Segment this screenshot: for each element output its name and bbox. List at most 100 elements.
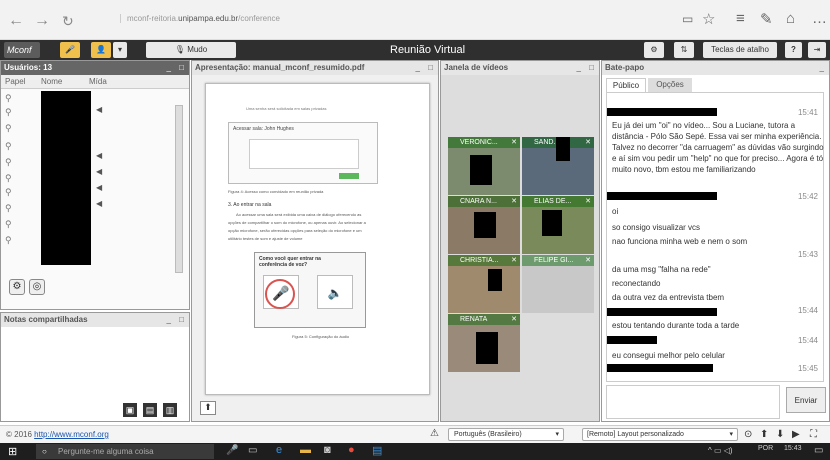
file-explorer-icon[interactable]: ▬ [300, 444, 311, 456]
microphone-icon[interactable]: 🎤 [226, 445, 238, 456]
participant-name: CNARA N... [460, 198, 497, 205]
microphone-button[interactable]: 🎤 [60, 42, 80, 58]
logout-button[interactable]: ⇥ [808, 42, 826, 58]
layout-download-icon[interactable]: ⬇ [776, 429, 784, 440]
column-role[interactable]: Papel [5, 75, 25, 89]
maximize-icon[interactable]: □ [179, 61, 184, 75]
chat-input[interactable] [606, 385, 780, 419]
language-select[interactable]: Português (Brasileiro) ▾ [448, 428, 564, 441]
settings-button[interactable]: ⚙ [644, 42, 664, 58]
scrollbar[interactable] [175, 105, 183, 273]
reading-view-icon[interactable]: ▭ [682, 12, 693, 26]
app-header: Mconf 🎤 👤 ▾ 🎙 Mudo Reunião Virtual ⚙ ⇅ T… [0, 40, 830, 60]
minimize-icon[interactable]: _ [167, 313, 171, 327]
redacted-sender [607, 308, 717, 316]
more-icon[interactable]: … [812, 10, 827, 27]
participant-name: ELIAS DE... [534, 198, 572, 205]
video-label: VERONIC... ✕ [448, 137, 520, 148]
store-icon[interactable]: ◙ [324, 444, 331, 456]
taskbar-search[interactable]: ○ Pergunte-me alguma coisa [36, 444, 214, 459]
task-view-icon[interactable]: ▭ [248, 445, 257, 456]
redacted-face [476, 332, 498, 364]
clock[interactable]: 15:43 [784, 445, 802, 452]
layout-settings-icon[interactable]: ⊙ [744, 429, 752, 440]
forward-icon[interactable]: → [34, 12, 50, 30]
message-time: 15:42 [797, 192, 818, 201]
share-icon[interactable]: ⌂ [786, 10, 795, 27]
settings-gear-button[interactable]: ⚙ [9, 279, 25, 295]
favorite-star-icon[interactable]: ☆ [702, 10, 715, 28]
video-label: FELIPE GI... ✕ [522, 255, 594, 266]
share-webcam-button[interactable]: 👤 [91, 42, 111, 58]
chevron-down-icon[interactable]: ▾ [113, 42, 127, 58]
fullscreen-icon[interactable]: ⛶ [810, 429, 817, 440]
refresh-icon[interactable]: ↻ [62, 13, 74, 30]
system-tray-icons[interactable]: ^ ▭ ◁) [708, 446, 733, 455]
warning-icon[interactable]: ⚠ [430, 428, 439, 439]
chrome-icon[interactable]: ● [348, 444, 355, 456]
close-icon[interactable]: ✕ [511, 137, 517, 148]
back-icon[interactable]: ← [8, 12, 24, 30]
save-notes-button[interactable]: ▣ [123, 403, 137, 417]
status-icon: ◎ [32, 281, 42, 292]
video-tile[interactable]: CNARA N... ✕ [448, 196, 520, 254]
tab-public[interactable]: Público [606, 78, 646, 92]
edge-browser-icon[interactable]: e [276, 444, 282, 456]
close-icon[interactable]: ✕ [511, 196, 517, 207]
layout-apply-icon[interactable]: ▶ [792, 429, 800, 440]
video-tile[interactable]: CHRISTIA... ✕ [448, 255, 520, 313]
notifications-icon[interactable]: ▭ [814, 445, 823, 456]
close-icon[interactable]: ✕ [585, 196, 591, 207]
minimize-icon[interactable]: _ [820, 61, 824, 75]
minimize-icon[interactable]: _ [577, 61, 581, 75]
send-button[interactable]: Enviar [786, 387, 826, 413]
shortcut-keys-button[interactable]: Teclas de atalho [703, 42, 777, 58]
speaker-icon: ◀ [96, 167, 103, 176]
user-role-icon: ⚲ [5, 187, 12, 197]
close-icon[interactable]: ✕ [511, 255, 517, 266]
message-time: 15:43 [797, 250, 818, 259]
close-icon[interactable]: ✕ [585, 255, 591, 266]
video-tile[interactable]: VERONIC... ✕ [448, 137, 520, 195]
column-media[interactable]: Mída [89, 75, 107, 89]
upload-icon[interactable]: ⬆ [200, 401, 216, 415]
app-footer: © 2016 http://www.mconf.org ⚠ Português … [0, 425, 830, 443]
video-tile[interactable]: SAND... ✕ [522, 137, 594, 195]
print-notes-button[interactable]: ▥ [163, 403, 177, 417]
highlight-circle [265, 279, 295, 309]
minimize-icon[interactable]: _ [167, 61, 171, 75]
close-icon[interactable]: ✕ [511, 314, 517, 325]
redacted-face [488, 269, 502, 291]
video-tile[interactable]: RENATA ✕ [448, 314, 520, 372]
body-text-line: Ao acessar uma sala será exibida uma cai… [236, 212, 362, 217]
close-icon[interactable]: ✕ [585, 137, 591, 148]
input-language[interactable]: POR [758, 445, 773, 452]
status-button[interactable]: ◎ [29, 279, 45, 295]
address-bar[interactable]: mconf-reitoria.unipampa.edu.br/conferenc… [120, 14, 280, 23]
layout-button[interactable]: ⇅ [674, 42, 694, 58]
mconf-link[interactable]: http://www.mconf.org [34, 430, 109, 439]
redacted-face [542, 210, 562, 236]
windows-start-icon[interactable]: ⊞ [8, 445, 17, 458]
document-icon[interactable]: ▤ [372, 444, 382, 457]
layout-select[interactable]: [Remoto] Layout personalizado ▾ [582, 428, 738, 441]
layout-icon: ⇅ [680, 45, 688, 54]
users-panel: Usuários: 13 _ □ Papel Nome Mída ⚲ ⚲ ⚲ ⚲… [0, 60, 190, 310]
user-role-icon: ⚲ [5, 219, 12, 229]
tab-options[interactable]: Opções [648, 78, 692, 92]
hub-icon[interactable]: ≡ [736, 10, 745, 27]
video-tile[interactable]: ELIAS DE... ✕ [522, 196, 594, 254]
column-name[interactable]: Nome [41, 75, 62, 89]
web-note-icon[interactable]: ✎ [760, 10, 773, 28]
mute-button[interactable]: 🎙 Mudo [146, 42, 236, 58]
layout-upload-icon[interactable]: ⬆ [760, 429, 768, 440]
video-tile[interactable]: FELIPE GI... ✕ [522, 255, 594, 313]
video-label: CHRISTIA... ✕ [448, 255, 520, 266]
maximize-icon[interactable]: □ [428, 61, 433, 75]
users-title: Usuários: 13 [1, 61, 189, 75]
help-button[interactable]: ? [785, 42, 802, 58]
maximize-icon[interactable]: □ [179, 313, 184, 327]
maximize-icon[interactable]: □ [589, 61, 594, 75]
export-notes-button[interactable]: ▤ [143, 403, 157, 417]
minimize-icon[interactable]: _ [416, 61, 420, 75]
